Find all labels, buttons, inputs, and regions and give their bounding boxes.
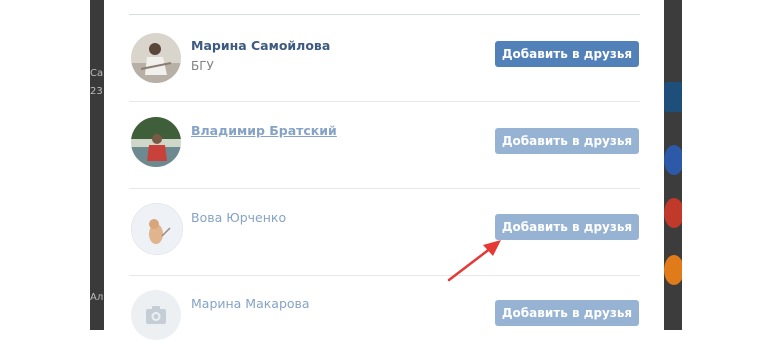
list-item: Владимир Братский Добавить в друзья	[129, 102, 640, 189]
social-icon	[664, 82, 682, 112]
friend-name[interactable]: Марина Макарова	[191, 296, 310, 311]
list-item: Марина Макарова Добавить в друзья	[129, 276, 640, 362]
avatar[interactable]	[131, 117, 181, 167]
background-right-strip	[664, 0, 682, 330]
background-text: Ал	[90, 292, 104, 303]
facebook-icon	[664, 145, 682, 175]
add-friend-button[interactable]: Добавить в друзья	[495, 300, 639, 326]
friends-modal: Марина Самойлова БГУ Добавить в друзья В…	[104, 0, 664, 340]
friend-subtitle: БГУ	[191, 59, 214, 73]
avatar[interactable]	[131, 33, 181, 83]
red-arrow-icon	[447, 240, 501, 282]
list-item: Вова Юрченко Добавить в друзья	[129, 189, 640, 276]
avatar[interactable]	[131, 290, 181, 340]
social-icon	[664, 255, 682, 285]
background-left-strip: Са 23 Ал	[90, 0, 104, 330]
add-friend-button[interactable]: Добавить в друзья	[495, 41, 639, 67]
camera-icon	[146, 306, 166, 324]
google-icon	[664, 198, 682, 228]
avatar[interactable]	[131, 203, 183, 255]
background-text: 23	[90, 86, 103, 97]
friend-name[interactable]: Вова Юрченко	[191, 210, 286, 225]
background-text: Са	[90, 68, 104, 79]
friend-name[interactable]: Владимир Братский	[191, 123, 337, 138]
add-friend-button[interactable]: Добавить в друзья	[495, 128, 639, 154]
friend-name[interactable]: Марина Самойлова	[191, 38, 330, 53]
list-item: Марина Самойлова БГУ Добавить в друзья	[129, 15, 640, 102]
add-friend-button[interactable]: Добавить в друзья	[495, 214, 639, 240]
